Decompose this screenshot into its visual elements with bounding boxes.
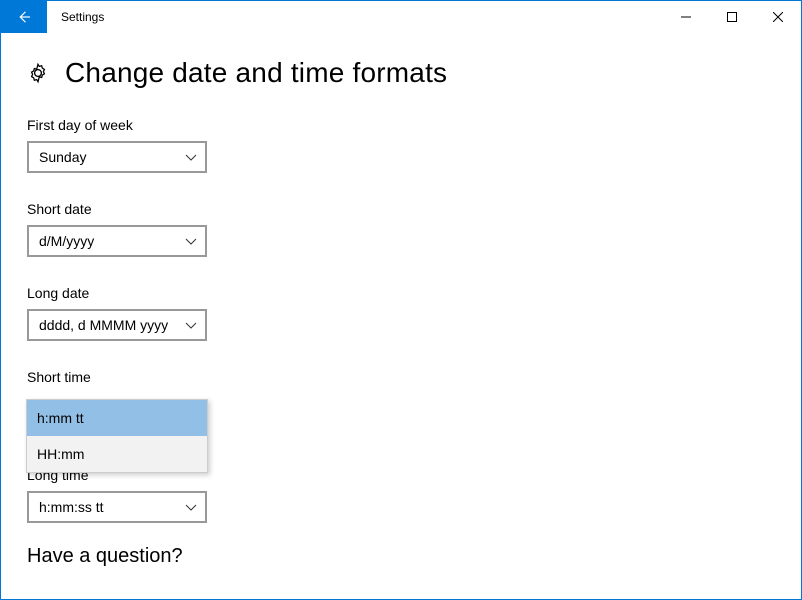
maximize-icon	[727, 12, 737, 22]
minimize-button[interactable]	[663, 1, 709, 33]
field-short-date: Short date d/M/yyyy	[27, 201, 775, 257]
long-date-combo[interactable]: dddd, d MMMM yyyy	[27, 309, 207, 341]
long-date-label: Long date	[27, 285, 775, 301]
first-day-label: First day of week	[27, 117, 775, 133]
window-title: Settings	[47, 1, 104, 33]
first-day-value: Sunday	[39, 149, 185, 165]
minimize-icon	[681, 12, 691, 22]
short-time-label: Short time	[27, 369, 775, 385]
close-icon	[773, 12, 783, 22]
short-time-option-0[interactable]: h:mm tt	[27, 400, 207, 436]
long-time-value: h:mm:ss tt	[39, 499, 185, 515]
page-header: Change date and time formats	[27, 57, 775, 89]
field-short-time: Short time	[27, 369, 775, 385]
chevron-down-icon	[185, 151, 197, 163]
first-day-combo[interactable]: Sunday	[27, 141, 207, 173]
short-date-combo[interactable]: d/M/yyyy	[27, 225, 207, 257]
help-heading: Have a question?	[27, 545, 775, 568]
short-time-dropdown: h:mm tt HH:mm	[26, 399, 208, 473]
long-date-value: dddd, d MMMM yyyy	[39, 317, 185, 333]
short-date-label: Short date	[27, 201, 775, 217]
back-button[interactable]	[1, 1, 47, 33]
field-long-date: Long date dddd, d MMMM yyyy	[27, 285, 775, 341]
content-area: Change date and time formats First day o…	[1, 33, 801, 568]
page-title: Change date and time formats	[65, 57, 447, 89]
chevron-down-icon	[185, 319, 197, 331]
field-long-time: Long time h:mm:ss tt	[27, 467, 775, 523]
chevron-down-icon	[185, 235, 197, 247]
long-time-combo[interactable]: h:mm:ss tt	[27, 491, 207, 523]
titlebar-drag-area[interactable]	[104, 1, 663, 33]
short-time-option-1[interactable]: HH:mm	[27, 436, 207, 472]
short-date-value: d/M/yyyy	[39, 233, 185, 249]
arrow-left-icon	[15, 8, 33, 26]
field-first-day-of-week: First day of week Sunday	[27, 117, 775, 173]
close-button[interactable]	[755, 1, 801, 33]
titlebar: Settings	[1, 1, 801, 33]
chevron-down-icon	[185, 501, 197, 513]
maximize-button[interactable]	[709, 1, 755, 33]
gear-icon	[27, 62, 49, 84]
